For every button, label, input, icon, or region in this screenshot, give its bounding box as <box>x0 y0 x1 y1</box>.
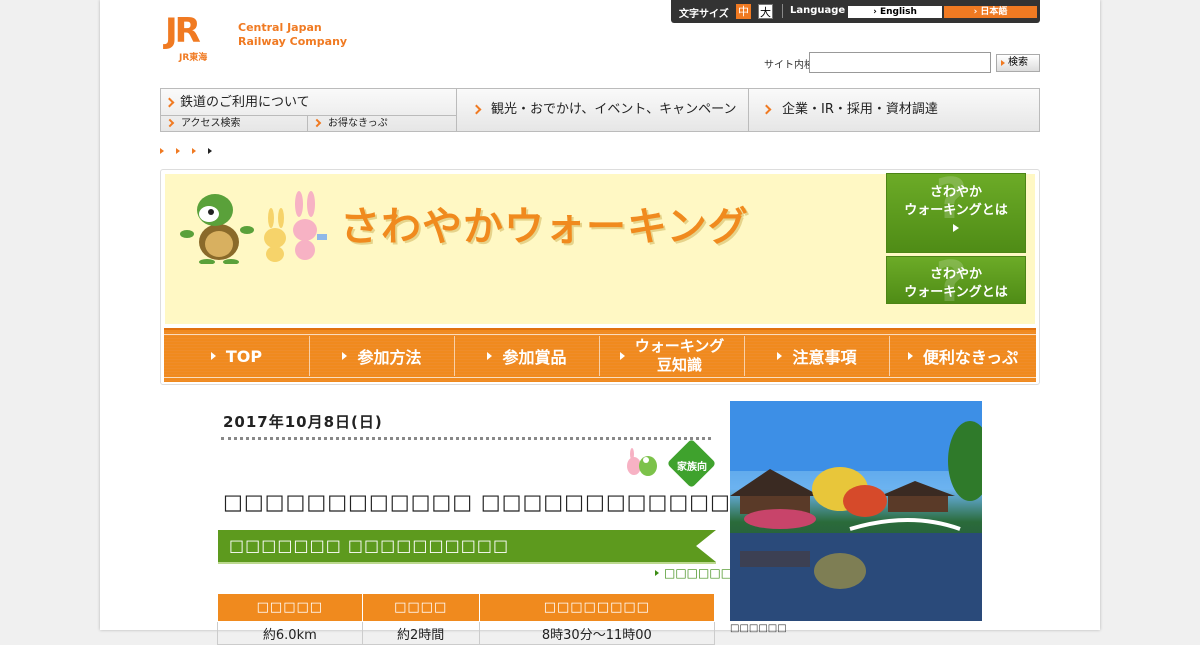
breadcrumb-arrow-icon[interactable] <box>192 148 196 154</box>
jr-central-logo[interactable]: JR JR東海 Central Japan Railway Company <box>165 14 355 64</box>
chevron-right-icon <box>164 97 175 108</box>
nav-access-search-label: アクセス検索 <box>181 118 241 129</box>
font-size-medium-button[interactable]: 中 <box>736 4 751 19</box>
nav-rail-usage[interactable]: 鉄道のご利用について <box>161 89 457 116</box>
triangle-right-icon <box>487 352 493 360</box>
local-nav-prizes-label: 参加賞品 <box>502 348 567 367</box>
breadcrumb-arrow-icon <box>208 148 212 154</box>
question-mark-icon: ? <box>935 173 968 232</box>
triangle-right-icon <box>210 352 216 360</box>
utility-bar: 文字サイズ 中 大 Language › English › 日本語 <box>671 0 1040 23</box>
triangle-right-icon <box>777 352 783 360</box>
course-name: □□□□□□□ □□□□□□□□□□ <box>229 536 510 555</box>
font-size-large-button[interactable]: 大 <box>758 4 773 19</box>
table-header-hours: □□□□□□□□ <box>478 593 716 622</box>
about-walking-button-secondary[interactable]: ? さわやか ウォーキングとは <box>886 256 1026 304</box>
triangle-right-icon <box>619 352 625 360</box>
event-title: □□□□□□□□□□□□ □□□□□□□□□□□□□□ <box>223 490 773 514</box>
mascot-mini-icon <box>627 448 657 476</box>
global-nav: 鉄道のご利用について アクセス検索 お得なきっぷ 観光・おでかけ、イベント、キャ… <box>160 88 1040 132</box>
local-nav-walking-tips[interactable]: ウォーキング 豆知識 <box>599 336 744 376</box>
language-japanese-button[interactable]: › 日本語 <box>944 6 1037 18</box>
walking-local-nav: TOP 参加方法 参加賞品 ウォーキング 豆知識 注意事項 便利なきっぷ <box>164 328 1036 382</box>
event-date: 2017年10月8日(日) <box>223 413 383 431</box>
nav-corporate-label: 企業・IR・採用・資材調達 <box>782 102 938 117</box>
walking-banner: さわやかウォーキング ? さわやか ウォーキングとは ? さわやか ウォーキング… <box>160 169 1040 385</box>
chevron-right-icon <box>165 118 175 128</box>
nav-access-search[interactable]: アクセス検索 <box>161 116 308 131</box>
table-cell-time: 約2時間 <box>361 621 480 645</box>
chevron-right-icon <box>761 104 772 115</box>
local-nav-walking-tips-label: ウォーキング 豆知識 <box>635 337 725 375</box>
language-english-button[interactable]: › English <box>848 6 942 18</box>
local-nav-walking-tips-line1: ウォーキング <box>634 337 725 355</box>
table-cell-hours: 8時30分～11時00 <box>478 621 716 645</box>
table-row: 約6.0km 約2時間 8時30分～11時00 <box>217 621 716 645</box>
family-badge-label: 家族向 <box>677 462 707 473</box>
table-header-time: □□□□ <box>361 593 480 622</box>
nav-discount-tickets-label: お得なきっぷ <box>328 118 388 129</box>
table-header-row: □□□□□ □□□□ □□□□□□□□ <box>217 593 716 622</box>
triangle-right-icon <box>342 352 348 360</box>
nav-tourism-events[interactable]: 観光・おでかけ、イベント、キャンペーン <box>457 89 749 131</box>
search-input[interactable] <box>809 52 991 73</box>
event-info-table: □□□□□ □□□□ □□□□□□□□ 約6.0km 約2時間 8時30分～11… <box>217 593 716 645</box>
temple-garden-image <box>730 401 982 621</box>
local-nav-how-to-join-label: 参加方法 <box>357 348 422 367</box>
chevron-right-icon <box>471 104 482 115</box>
local-nav-notes[interactable]: 注意事項 <box>744 336 889 376</box>
nav-corporate[interactable]: 企業・IR・採用・資材調達 <box>749 89 1039 131</box>
nav-tourism-events-label: 観光・おでかけ、イベント、キャンペーン <box>491 102 737 117</box>
local-nav-top[interactable]: TOP <box>164 336 309 376</box>
temple-photo <box>730 401 982 621</box>
company-name-line1: Central Japan <box>238 21 322 34</box>
company-name: Central Japan Railway Company <box>238 21 358 49</box>
local-nav-notes-label: 注意事項 <box>792 348 857 367</box>
dotted-divider <box>221 437 711 440</box>
photo-caption: □□□□□□ <box>730 623 787 634</box>
nav-discount-tickets[interactable]: お得なきっぷ <box>308 116 457 131</box>
table-cell-distance: 約6.0km <box>217 621 363 645</box>
page-container: JR JR東海 Central Japan Railway Company 文字… <box>100 0 1100 645</box>
course-bar-shadow <box>218 562 716 564</box>
triangle-right-icon <box>907 352 913 360</box>
nav-rail-usage-label: 鉄道のご利用について <box>180 95 310 110</box>
font-size-label: 文字サイズ <box>679 9 729 20</box>
local-nav-how-to-join[interactable]: 参加方法 <box>309 336 454 376</box>
question-mark-icon: ? <box>935 256 968 304</box>
language-english-label: English <box>879 7 917 17</box>
company-name-line2: Railway Company <box>238 35 348 48</box>
utility-divider <box>782 4 783 18</box>
mascot-characters-illustration <box>180 191 327 264</box>
local-nav-walking-tips-line2: 豆知識 <box>656 356 702 374</box>
language-japanese-label: 日本語 <box>980 7 1008 17</box>
search-button[interactable]: 検索 <box>996 54 1040 72</box>
chevron-right-icon <box>312 118 322 128</box>
table-header-distance: □□□□□ <box>217 593 363 622</box>
local-nav-top-label: TOP <box>225 346 263 366</box>
local-nav-useful-tickets[interactable]: 便利なきっぷ <box>889 336 1036 376</box>
language-label: Language <box>790 5 846 16</box>
breadcrumb-arrow-icon[interactable] <box>160 148 164 154</box>
local-nav-useful-tickets-label: 便利なきっぷ <box>922 348 1019 367</box>
breadcrumb-arrow-icon[interactable] <box>176 148 180 154</box>
local-nav-prizes[interactable]: 参加賞品 <box>454 336 599 376</box>
banner-title: さわやかウォーキング <box>340 204 749 250</box>
jr-logo-subtext: JR東海 <box>179 53 208 63</box>
about-walking-button[interactable]: ? さわやか ウォーキングとは <box>886 173 1026 253</box>
jr-logo-mark: JR <box>165 11 201 51</box>
